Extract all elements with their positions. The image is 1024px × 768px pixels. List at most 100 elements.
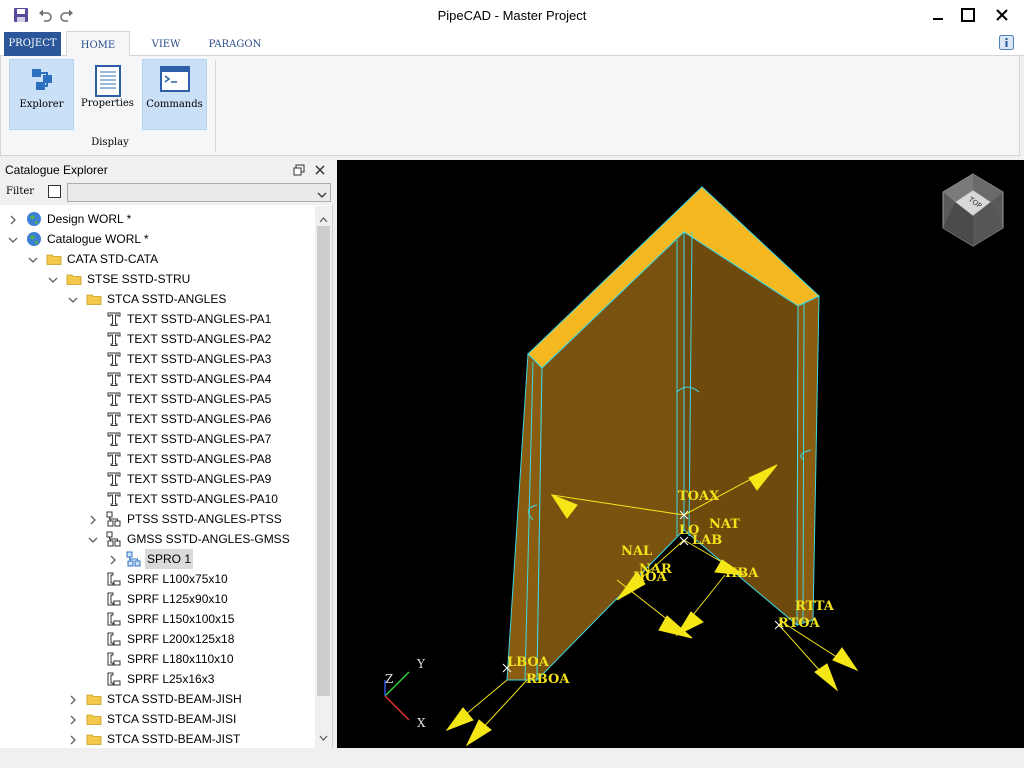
tree-item-label: TEXT SSTD-ANGLES-PA7	[127, 432, 272, 446]
tab-paragon[interactable]: PARAGON	[204, 34, 266, 56]
chevron-right-icon[interactable]	[88, 514, 98, 525]
close-button[interactable]	[986, 2, 1018, 28]
commands-button[interactable]: Commands	[142, 59, 207, 130]
chevron-down-icon[interactable]	[8, 234, 18, 244]
scroll-up-icon[interactable]	[319, 212, 328, 226]
folder-icon	[86, 291, 102, 307]
tree-item[interactable]: STCA SSTD-BEAM-JISI	[0, 709, 315, 729]
folder-icon	[86, 731, 102, 747]
tab-view[interactable]: VIEW	[140, 34, 192, 56]
tree-item-label: TEXT SSTD-ANGLES-PA4	[127, 372, 272, 386]
tree-item[interactable]: SPRF L100x75x10	[0, 569, 315, 589]
chevron-down-icon[interactable]	[88, 534, 98, 544]
tree-item[interactable]: SPRF L150x100x15	[0, 609, 315, 629]
tree-item[interactable]: SPRF L180x110x10	[0, 649, 315, 669]
chevron-right-icon[interactable]	[68, 694, 78, 705]
chevron-down-icon[interactable]	[28, 254, 38, 264]
filter-row: Filter	[0, 181, 333, 205]
tree-item-label: TEXT SSTD-ANGLES-PA2	[127, 332, 272, 346]
tree-item[interactable]: TEXT SSTD-ANGLES-PA3	[0, 349, 315, 369]
profile-icon	[106, 631, 122, 647]
tree-item-label: PTSS SSTD-ANGLES-PTSS	[127, 512, 282, 526]
chevron-right-icon[interactable]	[8, 214, 18, 225]
tree-item[interactable]: TEXT SSTD-ANGLES-PA4	[0, 369, 315, 389]
scrollbar-thumb[interactable]	[317, 226, 330, 696]
tab-project[interactable]: PROJECT	[4, 32, 61, 56]
hierarchy-blue-icon	[126, 551, 142, 567]
tree-item[interactable]: TEXT SSTD-ANGLES-PA6	[0, 409, 315, 429]
pline-label-rtoa: RTOA	[778, 616, 820, 631]
text-icon	[106, 351, 122, 367]
filter-combo[interactable]	[67, 183, 331, 202]
ribbon-tab-bar: PROJECT HOME VIEW PARAGON	[0, 30, 1024, 58]
tree-item-label: TEXT SSTD-ANGLES-PA8	[127, 452, 272, 466]
hierarchy-icon	[106, 511, 122, 527]
minimize-button[interactable]	[922, 2, 954, 28]
tree-item-label: TEXT SSTD-ANGLES-PA3	[127, 352, 272, 366]
tree-item[interactable]: Design WORL *	[0, 209, 315, 229]
chevron-right-icon[interactable]	[68, 714, 78, 725]
float-panel-icon[interactable]	[292, 163, 306, 177]
chevron-down-icon[interactable]	[48, 274, 58, 284]
tree-item[interactable]: SPRF L25x16x3	[0, 669, 315, 689]
tree-item[interactable]: STCA SSTD-BEAM-JIST	[0, 729, 315, 749]
tree-scrollbar[interactable]	[315, 206, 332, 750]
tree-item[interactable]: TEXT SSTD-ANGLES-PA5	[0, 389, 315, 409]
tree-item[interactable]: SPRO 1	[0, 549, 315, 569]
tree-item-label: SPRF L150x100x15	[127, 612, 235, 626]
catalogue-explorer-panel: Catalogue Explorer Filter Design WORL * C…	[0, 160, 333, 750]
tree-item[interactable]: CATA STD-CATA	[0, 249, 315, 269]
tree-item[interactable]: TEXT SSTD-ANGLES-PA10	[0, 489, 315, 509]
pline-label-lab: LAB	[692, 533, 723, 548]
tree-item[interactable]: STCA SSTD-ANGLES	[0, 289, 315, 309]
folder-icon	[46, 251, 62, 267]
pline-label-toax: TOAX	[678, 489, 720, 504]
tree-item[interactable]: Catalogue WORL *	[0, 229, 315, 249]
text-icon	[106, 371, 122, 387]
chevron-right-icon[interactable]	[108, 554, 118, 565]
undo-icon[interactable]	[36, 6, 54, 24]
profile-icon	[106, 611, 122, 627]
tree-item-label: SPRF L200x125x18	[127, 632, 235, 646]
explorer-button[interactable]: Explorer	[9, 59, 74, 130]
tree-item[interactable]: TEXT SSTD-ANGLES-PA2	[0, 329, 315, 349]
maximize-button[interactable]	[952, 2, 984, 28]
tree-item[interactable]: STCA SSTD-BEAM-JISH	[0, 689, 315, 709]
text-icon	[106, 471, 122, 487]
save-icon[interactable]	[12, 6, 30, 24]
tree-item-label: TEXT SSTD-ANGLES-PA10	[127, 492, 278, 506]
group-separator	[215, 60, 216, 152]
tree-item[interactable]: TEXT SSTD-ANGLES-PA9	[0, 469, 315, 489]
globe-icon	[26, 231, 42, 247]
close-panel-icon[interactable]	[313, 163, 327, 177]
filter-checkbox[interactable]	[48, 185, 61, 198]
tree-item-label: TEXT SSTD-ANGLES-PA1	[127, 312, 272, 326]
tree-item-label: TEXT SSTD-ANGLES-PA9	[127, 472, 272, 486]
tree-item[interactable]: TEXT SSTD-ANGLES-PA1	[0, 309, 315, 329]
redo-icon[interactable]	[58, 6, 76, 24]
properties-button[interactable]: Properties	[75, 59, 140, 130]
tree-item[interactable]: TEXT SSTD-ANGLES-PA8	[0, 449, 315, 469]
axis-y-label: Y	[417, 657, 425, 671]
title-bar: PipeCAD - Master Project	[0, 0, 1024, 30]
tree-item-label: SPRF L25x16x3	[127, 672, 215, 686]
tree-item[interactable]: SPRF L125x90x10	[0, 589, 315, 609]
chevron-right-icon[interactable]	[68, 734, 78, 745]
tree-item-label: SPRF L100x75x10	[127, 572, 228, 586]
panel-title: Catalogue Explorer	[5, 163, 108, 177]
info-icon[interactable]	[999, 35, 1014, 50]
tree-item[interactable]: SPRF L200x125x18	[0, 629, 315, 649]
pline-label-nat: NAT	[709, 517, 740, 532]
scroll-down-icon[interactable]	[319, 730, 328, 744]
tree-item[interactable]: STSE SSTD-STRU	[0, 269, 315, 289]
tree-item[interactable]: GMSS SSTD-ANGLES-GMSS	[0, 529, 315, 549]
ribbon-panel: Explorer Properties Commands Display	[0, 56, 1020, 156]
tree-item[interactable]: TEXT SSTD-ANGLES-PA7	[0, 429, 315, 449]
tree-item[interactable]: PTSS SSTD-ANGLES-PTSS	[0, 509, 315, 529]
chevron-down-icon[interactable]	[68, 294, 78, 304]
hierarchy-icon	[106, 531, 122, 547]
3d-viewport[interactable]: TOP TOAX NAT LO LAB NAL NAR HOA HBA RTTA…	[337, 160, 1024, 748]
tree-item-label: STSE SSTD-STRU	[87, 272, 191, 286]
text-icon	[106, 391, 122, 407]
tab-home[interactable]: HOME	[66, 31, 130, 58]
